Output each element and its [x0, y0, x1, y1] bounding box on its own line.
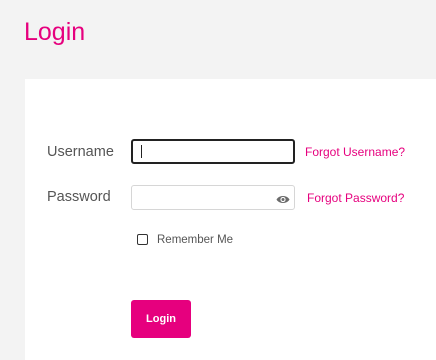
login-panel: Username Forgot Username? Password Forgo…	[25, 79, 436, 360]
forgot-password-link[interactable]: Forgot Password?	[307, 191, 404, 206]
remember-me-checkbox[interactable]	[137, 234, 148, 245]
login-page: Login Username Forgot Username? Password…	[0, 0, 436, 360]
remember-me-label: Remember Me	[157, 234, 234, 246]
password-label: Password	[47, 189, 111, 205]
login-button[interactable]: Login	[131, 300, 191, 338]
page-title: Login	[24, 18, 86, 46]
username-input[interactable]	[131, 139, 295, 164]
text-cursor	[141, 145, 142, 158]
password-input[interactable]	[131, 185, 295, 210]
forgot-username-link[interactable]: Forgot Username?	[305, 145, 405, 160]
eye-icon-graphic	[276, 195, 290, 204]
eye-icon[interactable]	[276, 192, 290, 204]
username-label: Username	[47, 144, 114, 160]
